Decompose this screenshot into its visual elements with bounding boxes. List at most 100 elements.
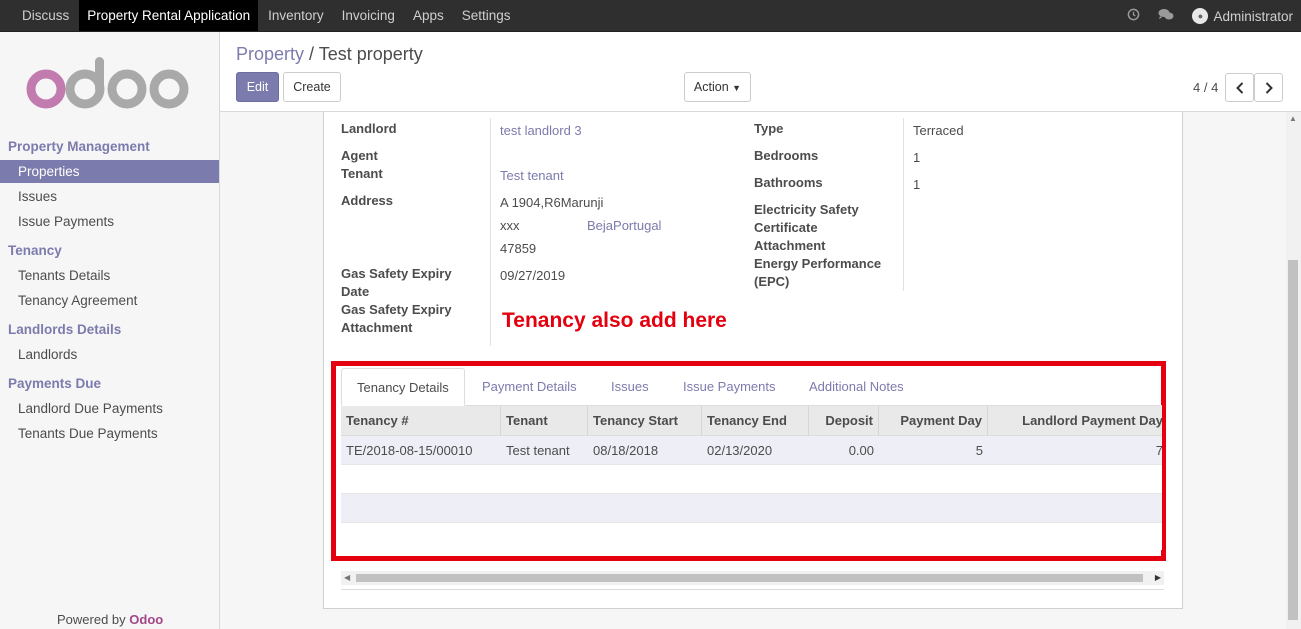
top-navbar: Discuss Property Rental Application Inve… xyxy=(0,0,1301,32)
menu-inventory[interactable]: Inventory xyxy=(260,0,332,31)
cell-deposit: 0.00 xyxy=(848,443,874,458)
section-tenancy: Tenancy xyxy=(8,243,62,258)
menu-property-rental[interactable]: Property Rental Application xyxy=(79,0,259,31)
bathrooms-value: 1 xyxy=(913,177,921,192)
landlord-label: Landlord xyxy=(341,121,397,136)
column-header-payment-day[interactable]: Payment Day xyxy=(879,406,988,436)
gas-attachment-label-line1: Gas Safety Expiry xyxy=(341,302,452,317)
scroll-up-arrow-icon[interactable]: ▲ xyxy=(1289,114,1297,123)
menu-settings[interactable]: Settings xyxy=(454,0,519,31)
sidebar-item-tenants-details[interactable]: Tenants Details xyxy=(0,264,219,287)
sidebar-item-landlords[interactable]: Landlords xyxy=(0,343,219,366)
address-city: xxx xyxy=(500,218,520,233)
bedrooms-value: 1 xyxy=(913,150,921,165)
tenant-value[interactable]: Test tenant xyxy=(500,167,564,185)
cell-payment-day: 5 xyxy=(975,443,983,458)
menu-discuss[interactable]: Discuss xyxy=(14,0,77,31)
tab-issues[interactable]: Issues xyxy=(611,368,649,406)
page-vertical-scrollbar[interactable]: ▲ xyxy=(1286,112,1301,629)
table-row-empty xyxy=(341,523,1162,550)
cell-tenant: Test tenant xyxy=(506,443,570,458)
user-name[interactable]: Administrator xyxy=(1213,9,1293,24)
agent-label: Agent xyxy=(341,148,378,163)
gas-expiry-label-line2: Date xyxy=(341,284,370,299)
odoo-logo[interactable] xyxy=(24,57,194,117)
edit-button[interactable]: Edit xyxy=(236,72,279,102)
table-header: Tenancy # Tenant Tenancy Start Tenancy E… xyxy=(341,406,1162,436)
address-zip: 47859 xyxy=(500,241,537,256)
vertical-scrollbar-thumb[interactable] xyxy=(1288,260,1298,620)
bedrooms-label: Bedrooms xyxy=(754,148,819,163)
breadcrumb-separator: / xyxy=(309,44,315,64)
type-value: Terraced xyxy=(913,123,964,138)
create-button[interactable]: Create xyxy=(283,72,341,102)
left-column-divider xyxy=(490,118,491,346)
tab-tenancy-details[interactable]: Tenancy Details xyxy=(341,368,465,406)
cell-landlord-payment-day: 7 xyxy=(1155,443,1162,458)
column-header-landlord-payment-day[interactable]: Landlord Payment Day xyxy=(988,406,1162,436)
menu-apps[interactable]: Apps xyxy=(405,0,452,31)
right-column-divider xyxy=(903,118,904,291)
systray: ● Administrator xyxy=(1127,0,1293,32)
epc-label-line1: Energy Performance xyxy=(754,256,882,271)
powered-by: Powered by Odoo xyxy=(57,612,163,627)
epc-label: Energy Performance (EPC) xyxy=(754,255,881,291)
menu-invoicing[interactable]: Invoicing xyxy=(334,0,403,31)
column-header-tenant[interactable]: Tenant xyxy=(501,406,588,436)
electricity-label-line2: Certificate xyxy=(754,220,818,235)
tab-payment-details[interactable]: Payment Details xyxy=(482,368,577,406)
column-header-tenancy-end[interactable]: Tenancy End xyxy=(702,406,809,436)
chevron-right-icon xyxy=(1265,81,1273,94)
table-row[interactable]: TE/2018-08-15/00010 Test tenant 08/18/20… xyxy=(341,436,1162,465)
action-label: Action xyxy=(693,80,729,94)
column-header-tenancy-number[interactable]: Tenancy # xyxy=(341,406,501,436)
sidebar-item-tenancy-agreement[interactable]: Tenancy Agreement xyxy=(0,289,219,312)
cell-tenancy-start: 08/18/2018 xyxy=(593,443,659,458)
landlord-value[interactable]: test landlord 3 xyxy=(500,122,582,140)
chat-icon[interactable] xyxy=(1158,8,1174,24)
sidebar-item-issues[interactable]: Issues xyxy=(0,185,219,208)
bathrooms-label: Bathrooms xyxy=(754,175,823,190)
caret-down-icon: ▼ xyxy=(732,83,742,93)
pager-next-button[interactable] xyxy=(1254,73,1283,102)
electricity-label-line3: Attachment xyxy=(754,238,826,253)
scrollbar-thumb[interactable] xyxy=(356,574,1143,582)
column-header-tenancy-start[interactable]: Tenancy Start xyxy=(588,406,702,436)
gas-expiry-label: Gas Safety Expiry Date xyxy=(341,265,452,301)
breadcrumb: Property / Test property xyxy=(236,44,423,65)
control-panel: Property / Test property Edit Create Act… xyxy=(220,32,1301,112)
electricity-label-line1: Electricity Safety xyxy=(754,202,859,217)
section-property-management: Property Management xyxy=(8,139,150,154)
powered-by-text: Powered by xyxy=(57,612,126,627)
pager-value: 4 / 4 xyxy=(1193,80,1219,95)
section-landlords-details: Landlords Details xyxy=(8,322,122,337)
sidebar-item-landlord-due-payments[interactable]: Landlord Due Payments xyxy=(0,397,219,420)
pager-previous-button[interactable] xyxy=(1225,73,1254,102)
table-horizontal-scrollbar[interactable]: ◀ ▶ xyxy=(341,571,1164,585)
clock-icon[interactable] xyxy=(1127,8,1140,24)
address-state-country[interactable]: BejaPortugal xyxy=(587,217,661,235)
breadcrumb-current: Test property xyxy=(318,44,423,64)
tab-additional-notes[interactable]: Additional Notes xyxy=(809,368,904,406)
sidebar-item-tenants-due-payments[interactable]: Tenants Due Payments xyxy=(0,422,219,445)
type-label: Type xyxy=(754,121,784,136)
powered-by-brand[interactable]: Odoo xyxy=(129,612,163,627)
action-dropdown[interactable]: Action ▼ xyxy=(684,72,751,102)
scroll-right-arrow-icon[interactable]: ▶ xyxy=(1155,571,1161,585)
gas-attachment-label: Gas Safety Expiry Attachment xyxy=(341,301,452,337)
gas-expiry-label-line1: Gas Safety Expiry xyxy=(341,266,452,281)
tenant-label: Tenant xyxy=(341,166,383,181)
notebook-tabs: Tenancy Details Payment Details Issues I… xyxy=(341,368,1162,406)
table-row-empty xyxy=(341,465,1162,494)
scroll-left-arrow-icon[interactable]: ◀ xyxy=(344,571,350,585)
cell-tenancy-end: 02/13/2020 xyxy=(707,443,773,458)
app-menu: Discuss Property Rental Application Inve… xyxy=(14,0,521,32)
avatar[interactable]: ● xyxy=(1192,8,1209,24)
sidebar-item-properties[interactable]: Properties xyxy=(0,160,219,183)
column-header-deposit[interactable]: Deposit xyxy=(809,406,879,436)
epc-label-line2: (EPC) xyxy=(754,274,790,289)
sidebar-item-issue-payments[interactable]: Issue Payments xyxy=(0,210,219,233)
sheet-divider xyxy=(341,589,1164,590)
breadcrumb-parent[interactable]: Property xyxy=(236,44,304,64)
tab-issue-payments[interactable]: Issue Payments xyxy=(683,368,776,406)
